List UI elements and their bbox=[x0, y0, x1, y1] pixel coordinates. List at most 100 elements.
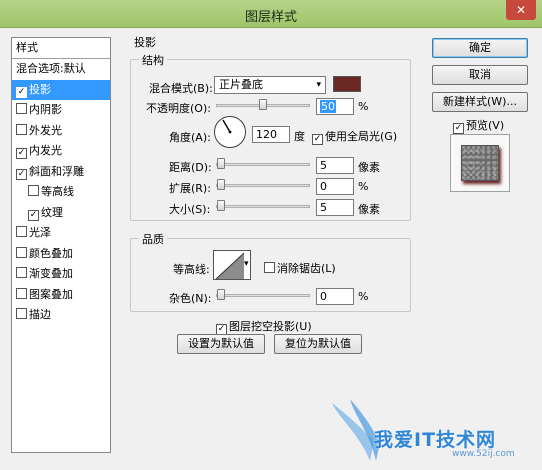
distance-slider-track[interactable] bbox=[216, 163, 310, 166]
noise-input[interactable]: 0 bbox=[316, 288, 354, 305]
close-icon[interactable]: ✕ bbox=[506, 0, 536, 20]
style-checkbox[interactable] bbox=[16, 103, 27, 114]
style-list-item[interactable]: 混合选项:默认 bbox=[12, 59, 110, 80]
spread-slider-track[interactable] bbox=[216, 184, 310, 187]
make-default-button[interactable]: 设置为默认值 bbox=[177, 334, 265, 354]
global-light-toggle[interactable]: ✓ 使用全局光(G) bbox=[312, 128, 397, 145]
anti-alias-toggle[interactable]: 消除锯齿(L) bbox=[264, 260, 336, 276]
angle-dial[interactable] bbox=[214, 116, 246, 148]
distance-unit: 像素 bbox=[358, 161, 380, 174]
style-list-item[interactable]: ✓ 投影 bbox=[12, 79, 110, 100]
style-checkbox[interactable] bbox=[16, 267, 27, 278]
preview-toggle[interactable]: ✓ 预览(V) bbox=[453, 117, 504, 134]
opacity-slider-thumb[interactable] bbox=[259, 99, 267, 110]
style-list-item[interactable]: 图案叠加 bbox=[12, 285, 110, 306]
style-list-item-label: 斜面和浮雕 bbox=[29, 164, 84, 178]
distance-input[interactable]: 5 bbox=[316, 157, 354, 174]
size-unit: 像素 bbox=[358, 203, 380, 216]
angle-input[interactable]: 120 bbox=[252, 126, 290, 143]
window-title: 图层样式 bbox=[244, 10, 297, 25]
size-label: 大小(S): bbox=[169, 203, 211, 216]
knockout-label: 图层挖空投影(U) bbox=[229, 320, 312, 333]
style-list-item[interactable]: 渐变叠加 bbox=[12, 264, 110, 285]
preview-checkbox[interactable]: ✓ bbox=[453, 123, 464, 134]
style-list-item[interactable]: 颜色叠加 bbox=[12, 244, 110, 265]
dialog-body: 样式 混合选项:默认 ✓ 投影 内阴影 外发光 ✓ 内发光 ✓ 斜面和浮雕 等高线 ✓ 纹理 光泽 颜色叠… bbox=[6, 28, 536, 464]
style-list-item[interactable]: 光泽 bbox=[12, 223, 110, 244]
preview-label: 预览(V) bbox=[466, 119, 505, 132]
opacity-input[interactable]: 50 bbox=[316, 98, 354, 115]
new-style-button[interactable]: 新建样式(W)... bbox=[432, 92, 528, 112]
spread-slider-thumb[interactable] bbox=[217, 179, 225, 190]
blend-mode-select[interactable]: 正片叠底 ▾ bbox=[214, 76, 326, 94]
style-checkbox[interactable] bbox=[28, 185, 39, 196]
style-list-header: 样式 bbox=[12, 38, 110, 59]
style-checkbox[interactable]: ✓ bbox=[16, 86, 27, 98]
angle-value: 120 bbox=[256, 128, 277, 141]
style-list-item-label: 内发光 bbox=[29, 144, 62, 157]
contour-dropdown-icon[interactable]: ▾ bbox=[244, 259, 249, 269]
drop-shadow-legend: 投影 bbox=[134, 36, 156, 49]
style-list-item-label: 混合选项:默认 bbox=[16, 62, 86, 75]
style-list-item-label: 纹理 bbox=[41, 205, 63, 219]
style-checkbox[interactable]: ✓ bbox=[16, 168, 27, 180]
style-checkbox[interactable] bbox=[16, 308, 27, 319]
chevron-down-icon: ▾ bbox=[316, 80, 321, 90]
knockout-toggle[interactable]: ✓ 图层挖空投影(U) bbox=[216, 318, 312, 335]
size-slider-thumb[interactable] bbox=[217, 200, 225, 211]
style-list-item[interactable]: 等高线 bbox=[12, 182, 110, 203]
style-list-item[interactable]: ✓ 斜面和浮雕 bbox=[12, 162, 110, 183]
anti-alias-checkbox[interactable] bbox=[264, 262, 275, 273]
structure-legend: 结构 bbox=[139, 52, 167, 68]
noise-value: 0 bbox=[320, 290, 327, 303]
global-light-label: 使用全局光(G) bbox=[325, 130, 398, 143]
style-checkbox[interactable] bbox=[16, 226, 27, 237]
style-list-item[interactable]: ✓ 内发光 bbox=[12, 141, 110, 162]
style-list-item-label: 渐变叠加 bbox=[29, 267, 73, 280]
style-list-item[interactable]: 描边 bbox=[12, 305, 110, 326]
shadow-color-swatch[interactable] bbox=[333, 76, 361, 92]
style-checkbox[interactable] bbox=[16, 123, 27, 135]
size-slider-track[interactable] bbox=[216, 205, 310, 208]
spread-label: 扩展(R): bbox=[169, 182, 211, 195]
style-checkbox[interactable]: ✓ bbox=[16, 148, 27, 159]
global-light-checkbox[interactable]: ✓ bbox=[312, 134, 323, 145]
anti-alias-label: 消除锯齿(L) bbox=[277, 262, 336, 275]
reset-default-button[interactable]: 复位为默认值 bbox=[274, 334, 362, 354]
size-value: 5 bbox=[320, 201, 327, 214]
noise-unit: % bbox=[358, 290, 369, 303]
style-list-item-label: 图案叠加 bbox=[29, 287, 73, 301]
spread-unit: % bbox=[358, 180, 369, 193]
style-list-item-label: 描边 bbox=[29, 308, 51, 321]
cancel-button[interactable]: 取消 bbox=[432, 65, 528, 85]
title-bar: 图层样式 ✕ bbox=[0, 0, 542, 28]
style-list-item-label: 内阴影 bbox=[29, 103, 62, 116]
opacity-label: 不透明度(O): bbox=[146, 102, 211, 115]
style-checkbox[interactable] bbox=[16, 246, 27, 258]
spread-input[interactable]: 0 bbox=[316, 178, 354, 195]
angle-label: 角度(A): bbox=[169, 131, 211, 144]
distance-label: 距离(D): bbox=[169, 161, 212, 174]
contour-label: 等高线: bbox=[173, 263, 210, 276]
style-list-item[interactable]: 外发光 bbox=[12, 121, 110, 142]
style-list: 样式 混合选项:默认 ✓ 投影 内阴影 外发光 ✓ 内发光 ✓ 斜面和浮雕 等高线 ✓ 纹理 光泽 颜色叠… bbox=[11, 37, 111, 453]
size-input[interactable]: 5 bbox=[316, 199, 354, 216]
noise-slider-thumb[interactable] bbox=[217, 289, 225, 300]
opacity-unit: % bbox=[358, 100, 369, 113]
angle-needle-icon bbox=[222, 119, 232, 134]
distance-slider-thumb[interactable] bbox=[217, 158, 225, 169]
noise-slider-track[interactable] bbox=[216, 294, 310, 297]
blend-mode-label: 混合模式(B): bbox=[149, 82, 213, 95]
angle-unit: 度 bbox=[294, 130, 305, 143]
style-list-item-label: 光泽 bbox=[29, 226, 51, 239]
style-list-item-label: 外发光 bbox=[29, 123, 62, 137]
style-checkbox[interactable] bbox=[16, 287, 27, 299]
ok-button[interactable]: 确定 bbox=[432, 38, 528, 58]
blend-mode-value: 正片叠底 bbox=[219, 78, 263, 91]
style-checkbox[interactable]: ✓ bbox=[28, 209, 39, 221]
style-list-item-label: 等高线 bbox=[41, 185, 74, 198]
preview-thumbnail bbox=[450, 134, 510, 192]
style-list-item[interactable]: 内阴影 bbox=[12, 100, 110, 121]
style-list-item[interactable]: ✓ 纹理 bbox=[12, 203, 110, 224]
style-list-item-label: 投影 bbox=[29, 82, 51, 96]
